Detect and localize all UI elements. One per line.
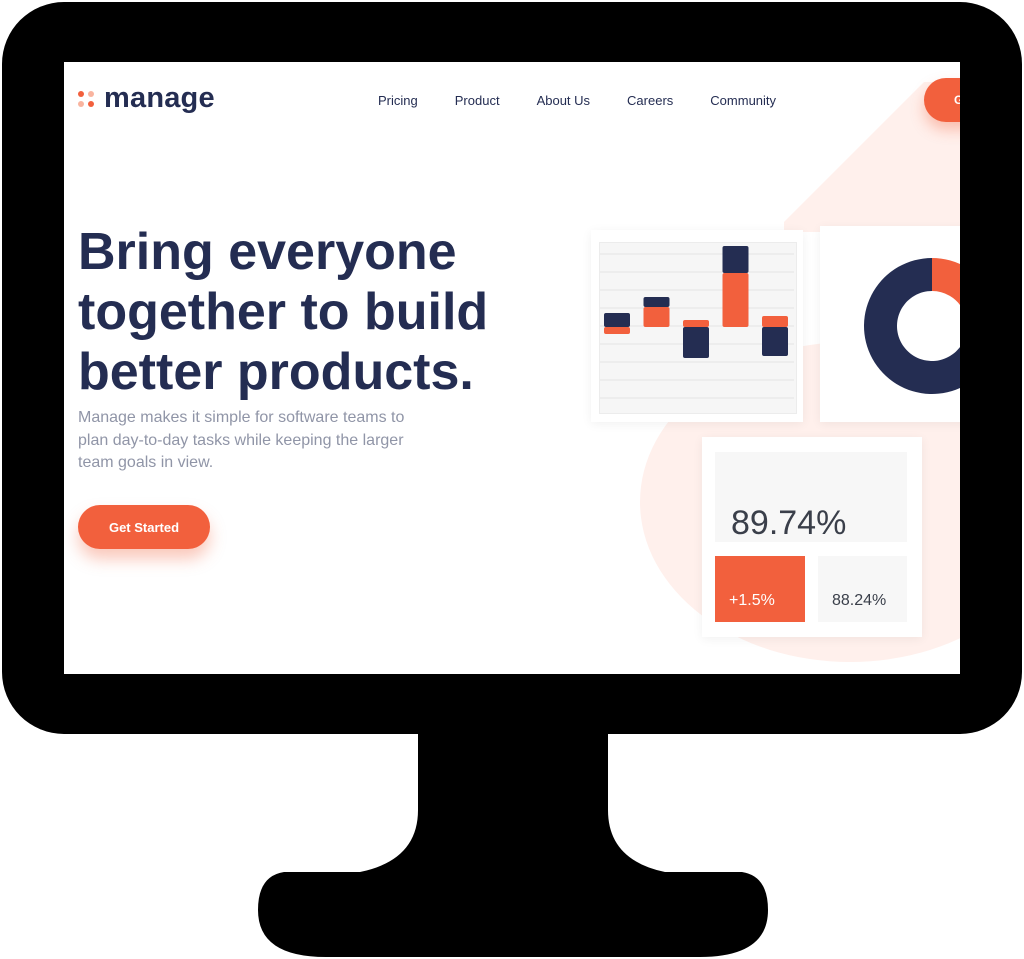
nav-link-pricing[interactable]: Pricing: [378, 93, 418, 108]
hero-title: Bring everyone together to build better …: [78, 223, 489, 401]
change-stat-tile: +1.5%: [715, 556, 805, 622]
bar-chart-bar: [683, 327, 709, 358]
donut-chart-slice: [932, 258, 960, 306]
bar-chart-icon: [600, 246, 794, 399]
header-get-started-button[interactable]: G: [924, 78, 960, 122]
bar-chart-bar: [604, 327, 630, 334]
main-stat-tile: 89.74%: [715, 452, 907, 542]
logo-dots-icon: [78, 90, 94, 107]
logo[interactable]: manage: [78, 82, 215, 115]
get-started-button[interactable]: Get Started: [78, 505, 210, 549]
nav-link-careers[interactable]: Careers: [627, 93, 673, 108]
bar-chart-bar: [643, 297, 670, 307]
bar-chart-bar: [643, 307, 670, 327]
logo-text: manage: [104, 82, 215, 114]
donut-chart-card: [820, 226, 960, 422]
nav-link-product[interactable]: Product: [455, 93, 500, 108]
change-stat-value: +1.5%: [729, 592, 775, 609]
nav-link-about-us[interactable]: About Us: [537, 93, 590, 108]
bar-chart-bar: [722, 246, 749, 273]
bar-chart-card: [591, 230, 803, 422]
nav-link-community[interactable]: Community: [710, 93, 776, 108]
main-stat-value: 89.74%: [731, 504, 847, 542]
donut-chart-icon: [864, 258, 960, 394]
stats-card: 89.74% +1.5% 88.24%: [702, 437, 922, 637]
secondary-stat-tile: 88.24%: [818, 556, 907, 622]
bar-chart-bar: [762, 316, 788, 327]
bar-chart-bar: [722, 273, 749, 327]
hero-subtitle: Manage makes it simple for software team…: [78, 409, 405, 471]
bar-chart-bar: [762, 327, 788, 356]
bar-chart-bar: [683, 320, 709, 327]
screen: manage Pricing Product About Us Careers …: [64, 62, 960, 674]
main-nav: Pricing Product About Us Careers Communi…: [378, 93, 776, 108]
secondary-stat-value: 88.24%: [832, 592, 887, 609]
bar-chart-bar: [604, 313, 630, 327]
